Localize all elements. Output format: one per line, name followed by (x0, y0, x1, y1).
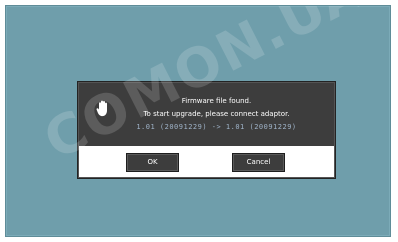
firmware-dialog: Firmware file found. To start upgrade, p… (77, 81, 336, 179)
firmware-versions: 1.01 (20091229) -> 1.01 (20091229) (136, 123, 297, 131)
dialog-body: Firmware file found. To start upgrade, p… (78, 82, 335, 144)
message-instruction: To start upgrade, please connect adaptor… (143, 110, 290, 118)
dialog-button-bar: OK Cancel (79, 146, 334, 177)
device-screen: Firmware file found. To start upgrade, p… (5, 5, 391, 237)
ok-button[interactable]: OK (126, 153, 179, 172)
cancel-button[interactable]: Cancel (232, 153, 285, 172)
message-title: Firmware file found. (181, 97, 252, 105)
